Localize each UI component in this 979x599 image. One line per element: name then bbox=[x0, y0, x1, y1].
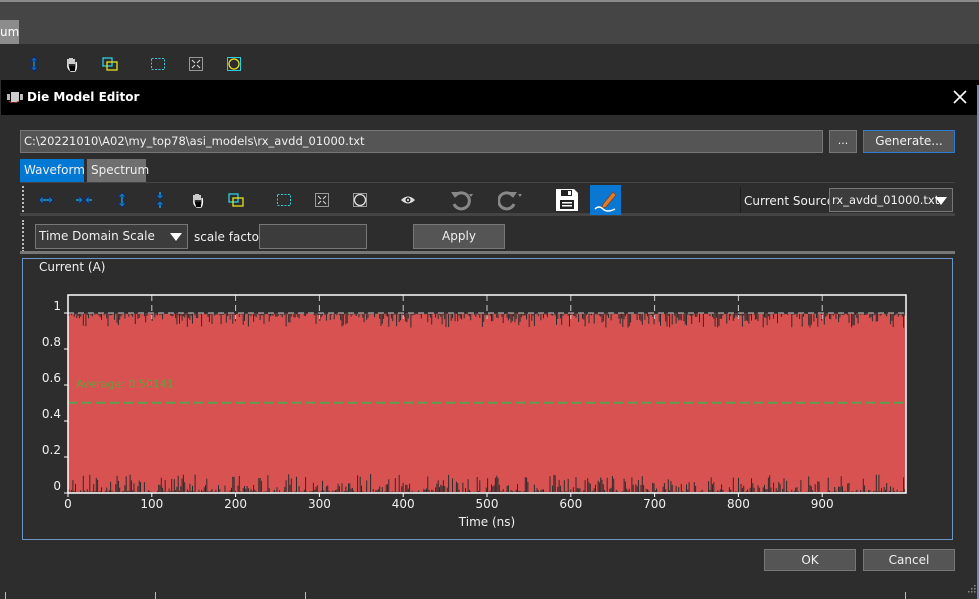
ok-button[interactable]: OK bbox=[764, 549, 856, 571]
waveform-chart[interactable]: Average: 0.50141 0 100 200 300 400 500 600 700 8… bbox=[0, 0, 979, 599]
average-label: Average: 0.50141 bbox=[76, 378, 174, 391]
x-tick-label: 900 bbox=[811, 497, 834, 511]
x-tick-label: 0 bbox=[64, 497, 72, 511]
x-tick-label: 500 bbox=[476, 497, 499, 511]
current-area bbox=[68, 313, 906, 493]
y-tick-label: 1 bbox=[53, 299, 61, 313]
y-tick-label: 0 bbox=[53, 479, 61, 493]
y-tick-label: 0.6 bbox=[42, 371, 61, 385]
x-tick-label: 200 bbox=[224, 497, 247, 511]
x-tick-label: 300 bbox=[308, 497, 331, 511]
x-axis-label: Time (ns) bbox=[458, 515, 515, 529]
background-ruler-tick bbox=[305, 592, 306, 599]
x-tick-label: 400 bbox=[392, 497, 415, 511]
resize-grip-icon[interactable] bbox=[968, 585, 976, 593]
y-tick-label: 0.8 bbox=[42, 335, 61, 349]
x-tick-label: 100 bbox=[140, 497, 163, 511]
x-tick-label: 800 bbox=[727, 497, 750, 511]
y-tick-label: 0.2 bbox=[42, 443, 61, 457]
y-tick-label: 0.4 bbox=[42, 407, 61, 421]
x-tick-label: 600 bbox=[559, 497, 582, 511]
background-ruler-tick bbox=[5, 592, 6, 599]
background-ruler-tick bbox=[155, 592, 156, 599]
cancel-button[interactable]: Cancel bbox=[863, 549, 955, 571]
x-tick-label: 700 bbox=[643, 497, 666, 511]
background-ruler-tick bbox=[905, 592, 906, 599]
